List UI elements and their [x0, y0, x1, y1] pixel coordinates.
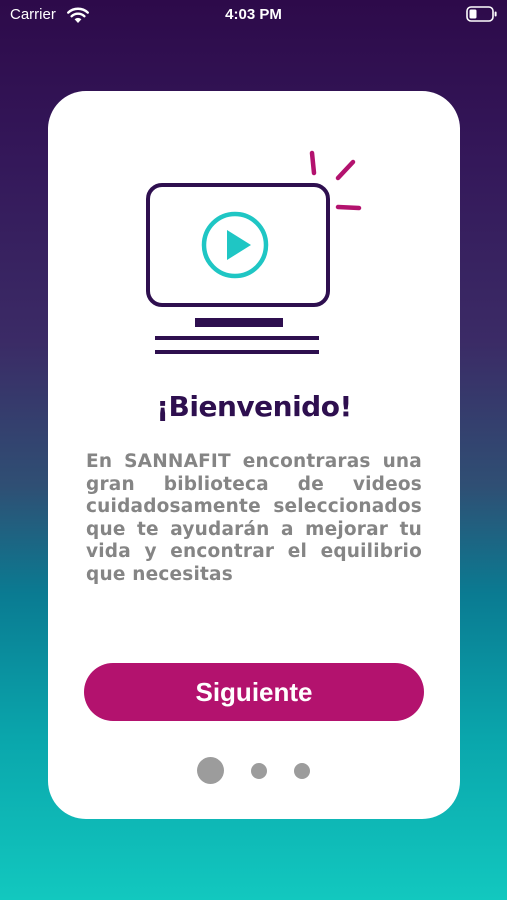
- status-time: 4:03 PM: [225, 6, 282, 23]
- status-bar: Carrier 4:03 PM: [0, 0, 507, 32]
- page-indicator-dot-1[interactable]: [197, 757, 224, 784]
- welcome-description: En SANNAFIT encontraras una gran bibliot…: [86, 451, 422, 585]
- battery-icon: [466, 6, 497, 22]
- next-button[interactable]: Siguiente: [84, 663, 424, 721]
- page-indicator-dot-2[interactable]: [251, 763, 267, 779]
- welcome-title: ¡Bienvenido!: [156, 390, 352, 423]
- page-indicator-dot-3[interactable]: [294, 763, 310, 779]
- video-monitor-icon: [146, 150, 362, 354]
